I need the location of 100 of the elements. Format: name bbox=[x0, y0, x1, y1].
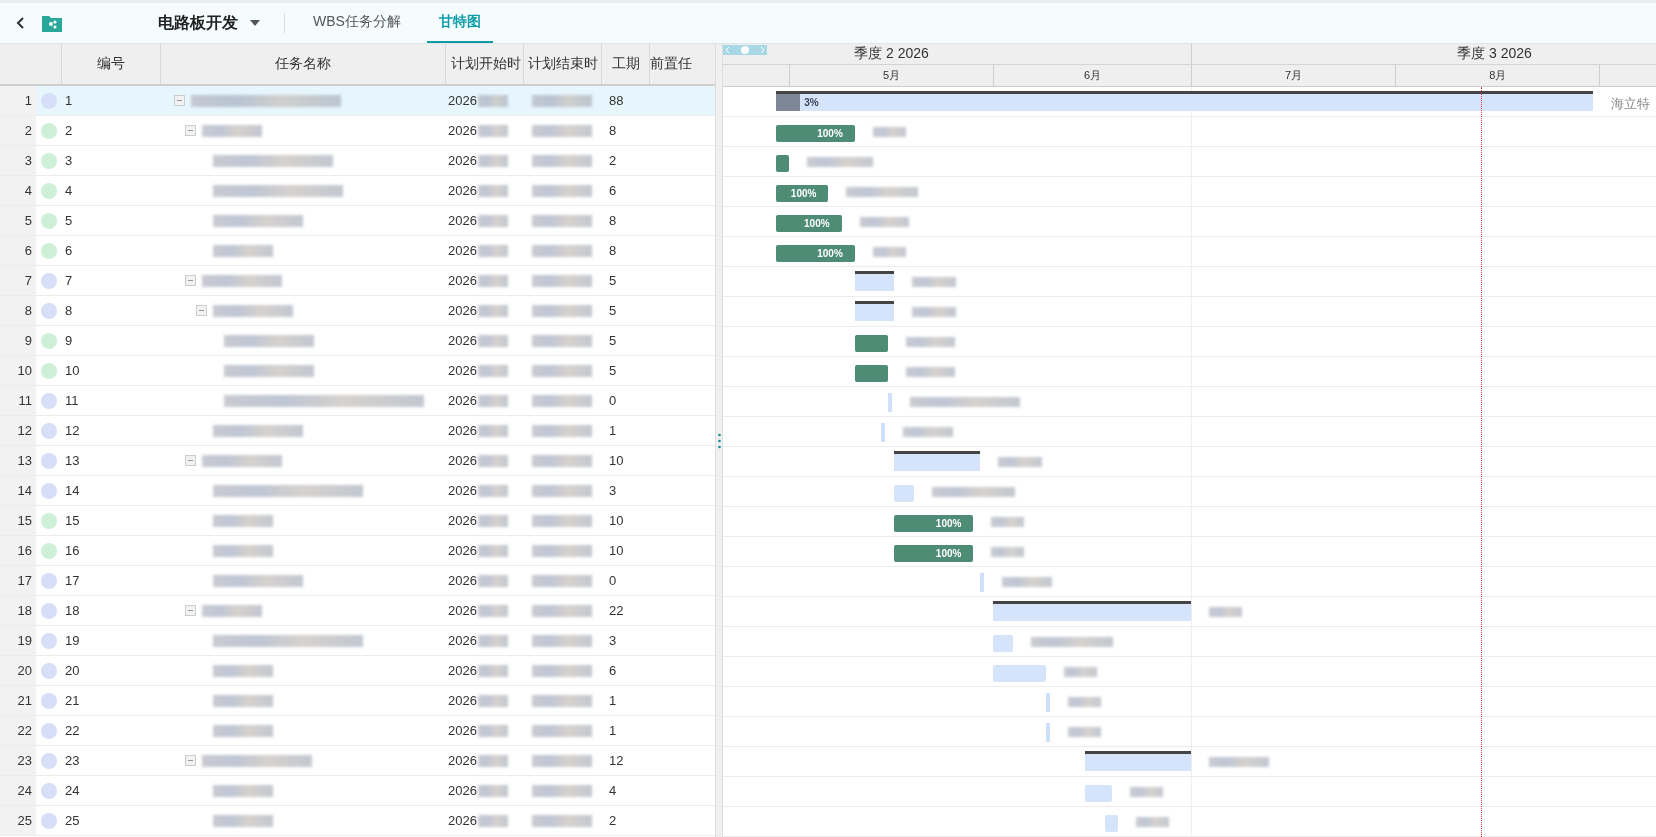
task-bar[interactable] bbox=[854, 335, 888, 352]
start-date: 2026 bbox=[448, 273, 477, 288]
progress-label: 100% bbox=[817, 247, 843, 261]
blurred-text bbox=[532, 214, 592, 227]
task-bar[interactable]: 100% bbox=[775, 215, 842, 232]
collapse-icon[interactable] bbox=[185, 275, 196, 286]
blurred-text bbox=[213, 514, 273, 527]
collapse-icon[interactable] bbox=[185, 755, 196, 766]
blurred-text bbox=[477, 664, 508, 677]
project-title[interactable]: 电路板开发 bbox=[158, 12, 238, 34]
blurred-text bbox=[213, 724, 273, 737]
duration: 0 bbox=[609, 393, 617, 408]
summary-bar[interactable] bbox=[993, 601, 1191, 621]
start-date: 2026 bbox=[448, 213, 477, 228]
task-bar[interactable]: 100% bbox=[894, 515, 974, 532]
blurred-text bbox=[477, 514, 508, 527]
progress-label: 3% bbox=[804, 96, 819, 110]
milestone-marker[interactable] bbox=[887, 393, 892, 412]
summary-bar[interactable] bbox=[1085, 751, 1191, 771]
blurred-text bbox=[1067, 727, 1101, 737]
blurred-text bbox=[477, 574, 508, 587]
task-id: 15 bbox=[65, 513, 80, 528]
blurred-text bbox=[477, 604, 508, 617]
collapse-icon[interactable] bbox=[174, 95, 185, 106]
task-id: 19 bbox=[65, 633, 80, 648]
blurred-text bbox=[477, 154, 508, 167]
start-date: 2026 bbox=[448, 123, 477, 138]
row-number: 5 bbox=[24, 213, 32, 228]
scroll-slider-icon[interactable] bbox=[723, 45, 767, 55]
collapse-icon[interactable] bbox=[185, 455, 196, 466]
milestone-marker[interactable] bbox=[980, 573, 984, 592]
summary-bar[interactable] bbox=[854, 301, 895, 321]
blurred-text bbox=[532, 754, 592, 767]
column-header: 计划结束时 bbox=[527, 55, 598, 73]
milestone-marker[interactable] bbox=[881, 423, 886, 442]
blurred-text bbox=[872, 127, 906, 137]
blurred-text bbox=[532, 784, 592, 797]
blurred-text bbox=[213, 814, 273, 827]
splitter-handle-icon[interactable] bbox=[717, 432, 721, 449]
task-id: 23 bbox=[65, 753, 80, 768]
row-number: 2 bbox=[24, 123, 32, 138]
blurred-text bbox=[477, 304, 508, 317]
task-bar[interactable]: 100% bbox=[775, 125, 855, 142]
duration: 5 bbox=[609, 303, 617, 318]
blurred-text bbox=[477, 694, 508, 707]
collapse-icon[interactable] bbox=[185, 605, 196, 616]
start-date: 2026 bbox=[448, 723, 477, 738]
duration: 88 bbox=[609, 93, 624, 108]
row-number: 22 bbox=[17, 723, 32, 738]
month-label: 6月 bbox=[1083, 68, 1102, 83]
start-date: 2026 bbox=[448, 813, 477, 828]
task-id: 13 bbox=[65, 453, 80, 468]
progress-label: 100% bbox=[935, 517, 962, 531]
summary-bar[interactable]: 3% bbox=[775, 91, 1593, 111]
start-date: 2026 bbox=[448, 633, 477, 648]
row-number: 18 bbox=[17, 603, 32, 618]
collapse-icon[interactable] bbox=[196, 305, 207, 316]
blurred-text bbox=[532, 244, 592, 257]
column-header: 工期 bbox=[611, 55, 640, 73]
task-bar[interactable] bbox=[854, 365, 888, 382]
blurred-text bbox=[806, 157, 873, 167]
duration: 0 bbox=[609, 573, 617, 588]
duration: 5 bbox=[609, 273, 617, 288]
blurred-text bbox=[477, 244, 508, 257]
start-date: 2026 bbox=[448, 393, 477, 408]
collapse-icon[interactable] bbox=[185, 125, 196, 136]
summary-bar[interactable] bbox=[894, 451, 980, 471]
task-bar[interactable]: 100% bbox=[894, 545, 974, 562]
blurred-text bbox=[912, 277, 957, 287]
start-date: 2026 bbox=[448, 483, 477, 498]
duration: 12 bbox=[609, 753, 624, 768]
blurred-text bbox=[912, 307, 957, 317]
row-number: 4 bbox=[24, 183, 32, 198]
duration: 3 bbox=[609, 633, 617, 648]
blurred-text bbox=[532, 694, 592, 707]
blurred-text bbox=[202, 604, 262, 617]
start-date: 2026 bbox=[448, 783, 477, 798]
row-number: 14 bbox=[17, 483, 32, 498]
back-icon[interactable] bbox=[16, 16, 26, 30]
blurred-text bbox=[905, 367, 956, 377]
task-bar[interactable]: 100% bbox=[775, 245, 855, 262]
task-bar[interactable] bbox=[775, 155, 789, 172]
duration: 5 bbox=[609, 333, 617, 348]
blurred-text bbox=[1208, 607, 1242, 617]
start-date: 2026 bbox=[448, 543, 477, 558]
task-id: 1 bbox=[65, 93, 73, 108]
row-number: 7 bbox=[24, 273, 32, 288]
dropdown-caret-icon[interactable] bbox=[250, 20, 260, 26]
milestone-marker[interactable] bbox=[1045, 693, 1050, 712]
row-number: 1 bbox=[24, 93, 32, 108]
row-number: 12 bbox=[17, 423, 32, 438]
column-header: 任务名称 bbox=[275, 55, 331, 73]
quarter-label: 季度 2 2026 bbox=[854, 45, 929, 63]
row-number: 3 bbox=[24, 153, 32, 168]
summary-bar[interactable] bbox=[854, 271, 895, 291]
start-date: 2026 bbox=[448, 423, 477, 438]
view-tab[interactable]: WBS任务分解 bbox=[301, 3, 413, 43]
task-bar[interactable]: 100% bbox=[775, 185, 829, 202]
blurred-text bbox=[477, 754, 508, 767]
milestone-marker[interactable] bbox=[1045, 723, 1050, 742]
